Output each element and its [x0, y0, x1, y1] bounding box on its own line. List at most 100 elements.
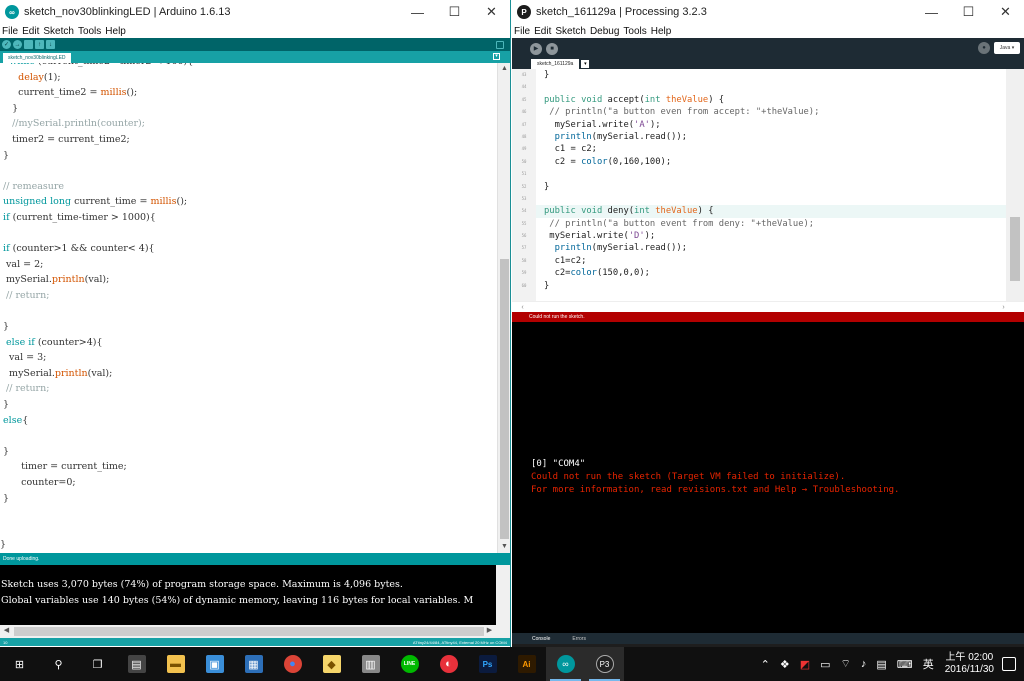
code-line[interactable]: } — [0, 397, 496, 413]
code-line[interactable] — [0, 506, 496, 522]
taskbar-photoshop[interactable]: Ps — [468, 647, 507, 681]
code-line[interactable]: unsigned long current_time = millis(); — [0, 194, 496, 210]
code-line[interactable]: current_time2 = millis(); — [0, 85, 496, 101]
notification-center-icon[interactable] — [1002, 657, 1016, 671]
menu-edit[interactable]: Edit — [534, 26, 551, 37]
maximize-button[interactable]: ☐ — [950, 0, 987, 24]
code-line[interactable]: //mySerial.println(counter); — [0, 116, 496, 132]
code-line[interactable]: mySerial.write('D'); — [544, 230, 1006, 242]
arduino-code-editor[interactable]: while (current_time2 - timer2 < 100){ de… — [0, 63, 510, 553]
taskbar-app[interactable]: ▣ — [195, 647, 234, 681]
code-line[interactable]: println(mySerial.read()); — [544, 131, 1006, 143]
battery-icon[interactable]: ▭ — [820, 658, 830, 671]
volume-icon[interactable]: ♪ — [861, 658, 867, 670]
code-line[interactable]: public void accept(int theValue) { — [544, 94, 1006, 106]
code-line[interactable]: c1=c2; — [544, 255, 1006, 267]
code-line[interactable]: // return; — [0, 381, 496, 397]
code-line[interactable]: } — [0, 148, 496, 164]
code-line[interactable]: c1 = c2; — [544, 143, 1006, 155]
code-line[interactable] — [0, 163, 496, 179]
code-area[interactable]: while (current_time2 - timer2 < 100){ de… — [0, 63, 496, 553]
minimize-button[interactable]: — — [913, 0, 950, 24]
code-line[interactable]: counter=0; — [0, 475, 496, 491]
code-line[interactable]: mySerial.write('A'); — [544, 119, 1006, 131]
clock[interactable]: 上午 02:00 2016/11/30 — [945, 652, 994, 676]
processing-code-editor[interactable]: 43 44 45 46 47 48 49 50 51 52 53 54 55 56 57 58 59 60 } pu… — [512, 69, 1024, 312]
task-view-button[interactable]: ❐ — [78, 647, 117, 681]
tab-menu-icon[interactable]: ▾ — [581, 60, 590, 68]
code-line[interactable] — [0, 226, 496, 242]
code-line[interactable]: } — [0, 101, 496, 117]
wifi-icon[interactable]: ⌔ — [841, 657, 851, 671]
menu-debug[interactable]: Debug — [590, 26, 619, 37]
editor-vertical-scrollbar[interactable]: ▲ ▼ — [497, 63, 510, 553]
tab-console[interactable]: Console — [532, 636, 550, 642]
code-line[interactable] — [544, 168, 1006, 180]
code-line[interactable]: mySerial.println(val); — [0, 272, 496, 288]
debug-icon[interactable]: ● — [978, 42, 990, 54]
code-line[interactable]: mySerial.println(val); — [0, 366, 496, 382]
save-icon[interactable]: ↓ — [46, 40, 55, 49]
minimize-button[interactable]: — — [399, 0, 436, 24]
search-button[interactable]: ⚲ — [39, 647, 78, 681]
menu-sketch[interactable]: Sketch — [43, 26, 74, 37]
taskbar-illustrator[interactable]: Ai — [507, 647, 546, 681]
dropbox-icon[interactable]: ❖ — [780, 658, 790, 671]
taskbar-app[interactable]: ◆ — [312, 647, 351, 681]
processing-titlebar[interactable]: P sketch_161129a | Processing 3.2.3 — ☐ … — [512, 0, 1024, 24]
code-line[interactable]: c2=color(150,0,0); — [544, 267, 1006, 279]
taskbar-chrome[interactable]: ● — [273, 647, 312, 681]
code-line[interactable]: val = 3; — [0, 350, 496, 366]
app-tray-icon[interactable]: ◩ — [800, 658, 810, 671]
code-line[interactable] — [0, 428, 496, 444]
code-line[interactable]: else{ — [0, 413, 496, 429]
code-line[interactable]: } — [0, 491, 496, 507]
code-line[interactable]: } — [0, 444, 496, 460]
code-line[interactable] — [0, 304, 496, 320]
code-line[interactable]: timer = current_time; — [0, 459, 496, 475]
taskbar-app[interactable]: ▦ — [234, 647, 273, 681]
chevron-up-icon[interactable]: ⌃ — [761, 658, 770, 671]
keyboard-icon[interactable]: ⌨ — [897, 658, 913, 671]
upload-icon[interactable]: → — [13, 40, 22, 49]
scroll-left-arrow-icon[interactable]: ‹ — [516, 302, 529, 312]
code-line[interactable]: // println("a button even from accept: "… — [544, 106, 1006, 118]
scrollbar-thumb[interactable] — [500, 259, 509, 539]
tab-sketch[interactable]: sketch_161129a — [531, 59, 580, 69]
editor-horizontal-scrollbar[interactable]: ‹ › — [512, 301, 1024, 312]
code-line[interactable]: if (counter>1 && counter< 4){ — [0, 241, 496, 257]
taskbar-line[interactable]: LINE — [390, 647, 429, 681]
code-line[interactable]: public void deny(int theValue) { — [536, 205, 1006, 218]
menu-tools[interactable]: Tools — [78, 26, 101, 37]
arduino-titlebar[interactable]: ∞ sketch_nov30blinkingLED | Arduino 1.6.… — [0, 0, 510, 24]
taskbar-processing[interactable]: P3 — [585, 647, 624, 681]
editor-vertical-scrollbar[interactable] — [1006, 69, 1024, 301]
taskbar-arduino[interactable]: ∞ — [546, 647, 585, 681]
ime-indicator[interactable]: 英 — [923, 656, 934, 672]
new-icon[interactable] — [24, 40, 33, 49]
code-line[interactable]: println(mySerial.read()); — [544, 242, 1006, 254]
code-line[interactable]: c2 = color(0,160,100); — [544, 156, 1006, 168]
menu-edit[interactable]: Edit — [22, 26, 39, 37]
tab-errors[interactable]: Errors — [572, 636, 586, 642]
code-line[interactable]: } — [544, 280, 1006, 292]
maximize-button[interactable]: ☐ — [436, 0, 473, 24]
code-line[interactable]: else if (counter>4){ — [0, 335, 496, 351]
taskbar-app[interactable]: ◐ — [429, 647, 468, 681]
console-horizontal-scrollbar[interactable]: ◀ ▶ — [0, 625, 496, 638]
scroll-up-arrow-icon[interactable]: ▲ — [498, 63, 510, 75]
taskbar-file-explorer[interactable]: ▬ — [156, 647, 195, 681]
code-line[interactable]: } — [0, 537, 496, 553]
code-line[interactable]: val = 2; — [0, 257, 496, 273]
scrollbar-thumb[interactable] — [1010, 217, 1020, 281]
scroll-right-arrow-icon[interactable]: ▶ — [483, 625, 496, 637]
code-line[interactable]: if (current_time-timer > 1000){ — [0, 210, 496, 226]
scrollbar-thumb[interactable] — [14, 627, 484, 636]
serial-monitor-icon[interactable] — [496, 40, 504, 49]
code-line[interactable]: timer2 = current_time2; — [0, 132, 496, 148]
code-line[interactable] — [0, 522, 496, 538]
code-line[interactable]: while (current_time2 - timer2 < 100){ — [0, 63, 496, 70]
code-line[interactable]: // return; — [0, 288, 496, 304]
tab-menu-icon[interactable]: ▾ — [493, 53, 500, 60]
stop-icon[interactable]: ■ — [546, 42, 558, 55]
